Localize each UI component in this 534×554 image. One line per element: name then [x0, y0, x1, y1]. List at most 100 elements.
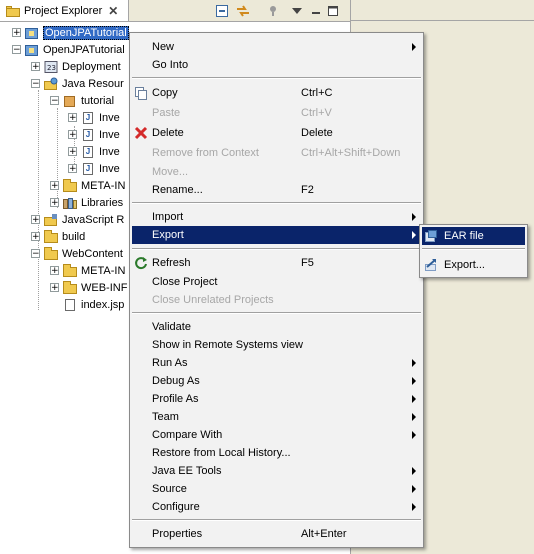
close-icon[interactable]: ✕	[108, 4, 118, 18]
menu-item-label: Validate	[152, 321, 191, 333]
expand-icon[interactable]: +	[31, 215, 40, 225]
link-with-editor-icon[interactable]	[235, 3, 251, 18]
project-icon	[24, 26, 40, 40]
ear-file-icon	[424, 229, 438, 243]
menu-item-compare-with[interactable]: Compare With	[132, 426, 421, 444]
expand-icon[interactable]: +	[31, 62, 40, 72]
menu-item-copy[interactable]: Copy Ctrl+C	[132, 84, 421, 102]
menu-item-go-into[interactable]: Go Into	[132, 56, 421, 74]
java-resources-icon	[43, 77, 59, 91]
expand-icon[interactable]: +	[68, 130, 77, 140]
tree-item-label: META-IN	[81, 179, 126, 192]
tree-item-libraries[interactable]: + Libraries	[50, 194, 123, 211]
svg-text:23: 23	[47, 64, 56, 72]
menu-item-team[interactable]: Team	[132, 408, 421, 426]
menu-item-label: Profile As	[152, 393, 199, 405]
refresh-icon	[134, 256, 148, 270]
maximize-icon[interactable]	[325, 3, 341, 18]
menu-item-profile-as[interactable]: Profile As	[132, 390, 421, 408]
menu-item-export[interactable]: Export	[132, 226, 421, 244]
menu-item-refresh[interactable]: Refresh F5	[132, 254, 421, 272]
collapse-icon[interactable]: −	[12, 45, 21, 55]
submenu-arrow-icon	[412, 43, 416, 51]
tree-item-build[interactable]: + build	[31, 228, 85, 245]
menu-item-ear-file[interactable]: EAR file	[422, 227, 525, 245]
menu-item-move: Move...	[132, 163, 421, 181]
java-file-icon: J	[80, 128, 96, 142]
menu-item-label: EAR file	[444, 230, 484, 242]
copy-icon	[134, 86, 148, 100]
menu-item-import[interactable]: Import	[132, 208, 421, 226]
filter-icon[interactable]	[265, 3, 281, 18]
tree-item-java-file[interactable]: + J Inve	[68, 143, 120, 160]
expand-icon[interactable]: +	[50, 181, 59, 191]
project-explorer-tab[interactable]: Project Explorer ✕	[0, 0, 129, 21]
context-menu: New Go Into Copy Ctrl+C Paste Ctrl+V Del…	[129, 32, 424, 548]
menu-item-restore-local-history[interactable]: Restore from Local History...	[132, 444, 421, 462]
menu-item-validate[interactable]: Validate	[132, 318, 421, 336]
menu-item-label: Export...	[444, 259, 485, 271]
tree-item-java-resources[interactable]: − Java Resour	[31, 75, 124, 92]
menu-item-rename[interactable]: Rename... F2	[132, 181, 421, 199]
tree-item-index-jsp[interactable]: index.jsp	[62, 296, 124, 313]
tree-item-javascript-resources[interactable]: + JavaScript R	[31, 211, 124, 228]
submenu-arrow-icon	[412, 377, 416, 385]
expand-icon[interactable]: +	[68, 164, 77, 174]
menu-item-delete[interactable]: Delete Delete	[132, 124, 421, 142]
expand-icon[interactable]: +	[50, 198, 59, 208]
collapse-all-icon[interactable]	[214, 3, 230, 18]
menu-item-properties[interactable]: Properties Alt+Enter	[132, 525, 421, 543]
tree-item-label: index.jsp	[81, 298, 125, 311]
submenu-arrow-icon	[412, 431, 416, 439]
tree-item-meta-inf[interactable]: + META-IN	[50, 262, 125, 279]
menu-item-close-project[interactable]: Close Project	[132, 273, 421, 291]
menu-item-new[interactable]: New	[132, 38, 421, 56]
menu-item-debug-as[interactable]: Debug As	[132, 372, 421, 390]
tree-item-java-file[interactable]: + J Inve	[68, 109, 120, 126]
shortcut-label: Delete	[301, 127, 333, 139]
view-menu-icon[interactable]	[289, 3, 305, 18]
tree-item-openjpa-project[interactable]: − OpenJPATutorial	[12, 41, 125, 58]
export-icon	[424, 258, 438, 272]
menu-item-java-ee-tools[interactable]: Java EE Tools	[132, 462, 421, 480]
tree-item-java-file[interactable]: + J Inve	[68, 160, 120, 177]
expand-icon[interactable]: +	[50, 283, 59, 293]
menu-item-source[interactable]: Source	[132, 480, 421, 498]
minimize-icon[interactable]	[308, 3, 324, 18]
menu-item-configure[interactable]: Configure	[132, 498, 421, 516]
tree-item-meta-inf[interactable]: + META-IN	[50, 177, 125, 194]
tree-item-tutorial-package[interactable]: − tutorial	[50, 92, 114, 109]
folder-icon	[62, 178, 78, 193]
collapse-icon[interactable]: −	[50, 96, 59, 106]
expand-icon[interactable]: +	[31, 232, 40, 242]
menu-separator	[132, 312, 421, 314]
submenu-arrow-icon	[412, 213, 416, 221]
tree-item-label: WebContent	[62, 247, 123, 260]
menu-item-show-remote-systems[interactable]: Show in Remote Systems view	[132, 336, 421, 354]
tree-item-webcontent[interactable]: − WebContent	[31, 245, 123, 262]
tree-item-java-file[interactable]: + J Inve	[68, 126, 120, 143]
menu-item-run-as[interactable]: Run As	[132, 354, 421, 372]
collapse-icon[interactable]: −	[31, 79, 40, 89]
tree-item-deployment[interactable]: + 23 Deployment	[31, 58, 121, 75]
tree-item-label: WEB-INF	[81, 281, 128, 294]
expand-icon[interactable]: +	[50, 266, 59, 276]
submenu-arrow-icon	[412, 231, 416, 239]
expand-icon[interactable]: +	[12, 28, 21, 38]
tree-item-label: Java Resour	[62, 77, 124, 90]
tree-item-label: Inve	[99, 145, 120, 158]
menu-item-label: Restore from Local History...	[152, 447, 291, 459]
java-file-icon: J	[80, 111, 96, 125]
menu-item-label: Source	[152, 483, 187, 495]
tree-item-web-inf[interactable]: + WEB-INF	[50, 279, 127, 296]
menu-item-label: Show in Remote Systems view	[152, 339, 303, 351]
collapse-icon[interactable]: −	[31, 249, 40, 259]
expand-icon[interactable]: +	[68, 113, 77, 123]
expand-icon[interactable]: +	[68, 147, 77, 157]
tree-item-openjpa-ear[interactable]: + OpenJPATutorial	[12, 24, 129, 41]
menu-item-export-wizard[interactable]: Export...	[422, 256, 525, 274]
folder-icon	[62, 263, 78, 278]
submenu-arrow-icon	[412, 395, 416, 403]
menu-separator	[132, 519, 421, 521]
shortcut-label: Ctrl+V	[301, 107, 332, 119]
